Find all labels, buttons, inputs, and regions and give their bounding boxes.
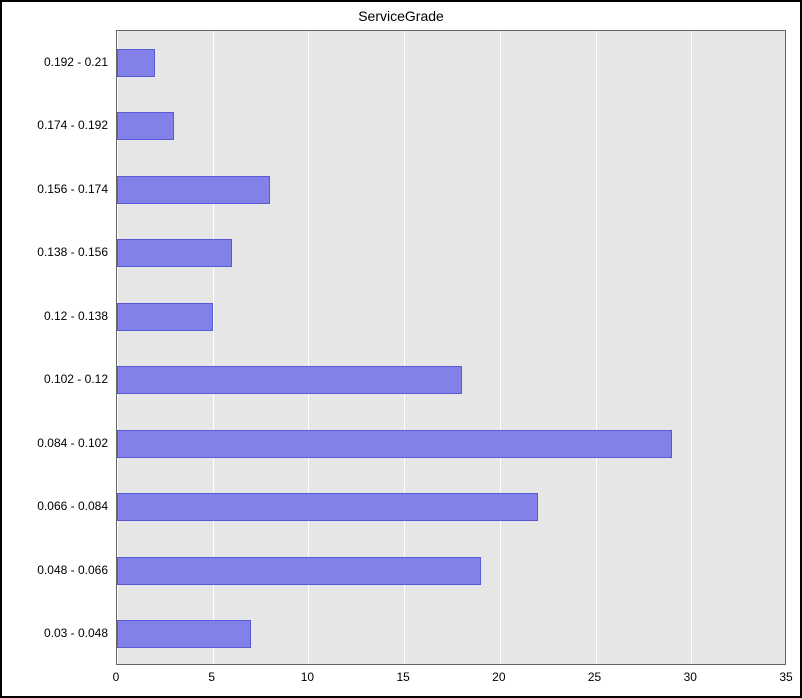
x-tick-label: 25 xyxy=(588,670,601,684)
bar xyxy=(117,303,213,331)
x-tick-label: 5 xyxy=(208,670,215,684)
chart-container: ServiceGrade 0 5 10 15 20 25 30 35 0.192 - 0.21 0… xyxy=(0,0,802,698)
bar xyxy=(117,49,155,77)
y-tick-label: 0.03 - 0.048 xyxy=(8,626,108,640)
y-tick-label: 0.192 - 0.21 xyxy=(8,55,108,69)
x-tick-label: 0 xyxy=(113,670,120,684)
x-tick-label: 30 xyxy=(684,670,697,684)
y-tick-label: 0.12 - 0.138 xyxy=(8,309,108,323)
gridline xyxy=(500,31,501,664)
x-tick-label: 20 xyxy=(492,670,505,684)
bar xyxy=(117,112,174,140)
bar xyxy=(117,620,251,648)
y-tick-label: 0.138 - 0.156 xyxy=(8,245,108,259)
y-tick-label: 0.084 - 0.102 xyxy=(8,436,108,450)
y-tick-label: 0.174 - 0.192 xyxy=(8,118,108,132)
y-tick-label: 0.048 - 0.066 xyxy=(8,563,108,577)
y-tick-label: 0.102 - 0.12 xyxy=(8,372,108,386)
gridline xyxy=(596,31,597,664)
gridline xyxy=(787,31,788,664)
x-tick-label: 15 xyxy=(396,670,409,684)
bar xyxy=(117,557,481,585)
y-tick-label: 0.156 - 0.174 xyxy=(8,182,108,196)
plot-area xyxy=(116,30,786,665)
x-tick-label: 35 xyxy=(779,670,792,684)
bar xyxy=(117,239,232,267)
bar xyxy=(117,430,672,458)
chart-title: ServiceGrade xyxy=(2,8,800,24)
gridline xyxy=(691,31,692,664)
y-tick-label: 0.066 - 0.084 xyxy=(8,499,108,513)
bar xyxy=(117,366,462,394)
x-tick-label: 10 xyxy=(301,670,314,684)
bar xyxy=(117,493,538,521)
bar xyxy=(117,176,270,204)
